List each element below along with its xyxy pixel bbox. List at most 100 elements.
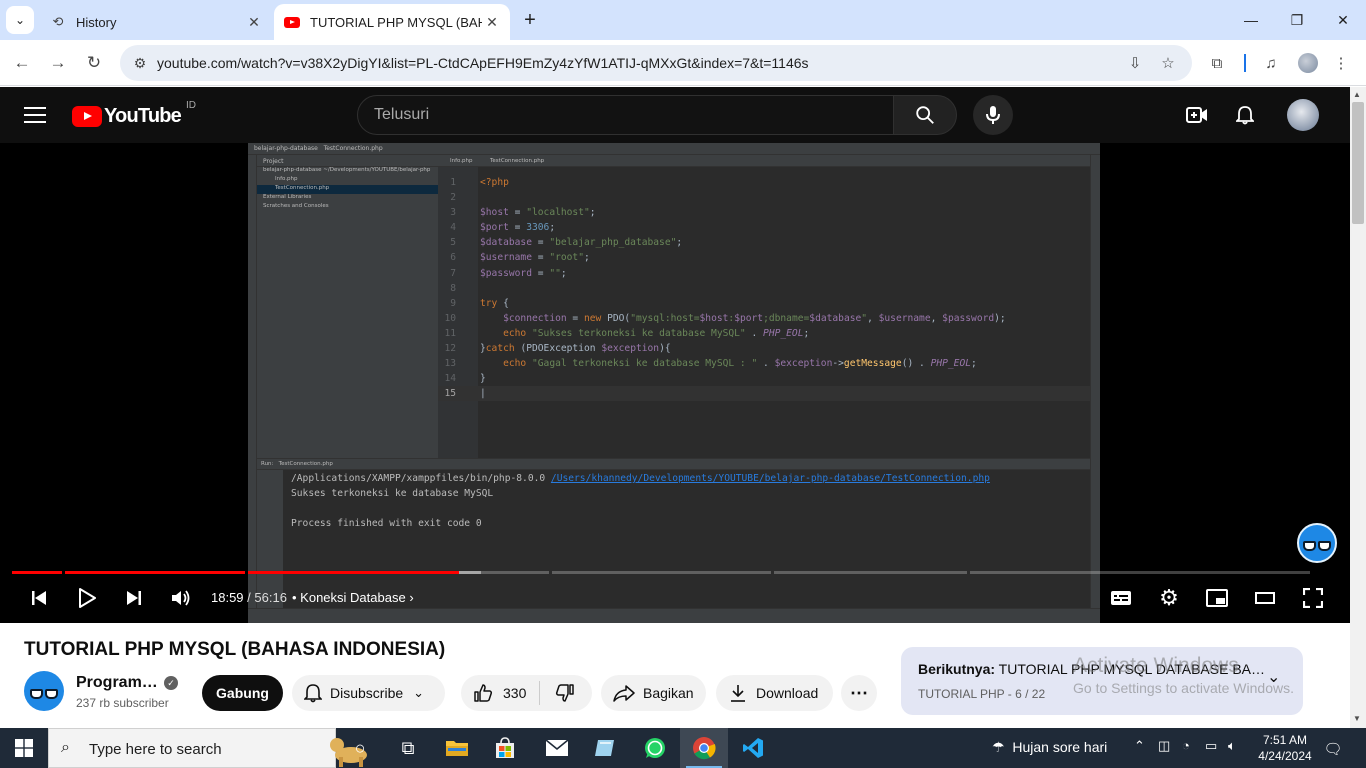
video-frame-ide: belajar-php-database TestConnection.php … [248,143,1100,623]
tab-search-button[interactable]: ⌄ [6,6,34,34]
chevron-down-icon: ⌄ [413,685,425,700]
subscribe-button[interactable]: Disubscribe ⌄ [292,675,445,711]
address-bar[interactable]: ⚙ youtube.com/watch?v=v38X2yDigYI&list=P… [120,45,1192,81]
forward-button[interactable]: → [44,49,72,77]
restore-button[interactable]: ❐ [1274,0,1320,40]
channel-name[interactable]: Program… [76,674,158,692]
chapter-segment[interactable] [774,571,967,574]
chrome-button[interactable] [680,728,728,768]
meet-now-icon[interactable]: ◫ [1158,738,1170,754]
search-placeholder: Telusuri [374,106,430,123]
progress-bar[interactable] [12,571,1338,574]
share-button[interactable]: Bagikan [601,675,706,711]
account-avatar[interactable] [1287,99,1319,131]
bookmark-star-icon[interactable]: ☆ [1156,51,1180,75]
tab-title: History [76,14,117,30]
media-control-icon[interactable]: ♫ [1258,50,1284,76]
scroll-down-icon[interactable]: ▼ [1353,714,1361,723]
subscriber-count: 237 rb subscriber [76,696,169,710]
channel-watermark[interactable] [1297,523,1337,563]
hamburger-menu-icon[interactable] [24,104,46,126]
play-button[interactable] [72,583,102,613]
search-input[interactable]: Telusuri [357,95,894,135]
play-icon [79,588,96,608]
miniplayer-button[interactable] [1202,583,1232,613]
download-button[interactable]: Download [716,675,833,711]
chapter-segment[interactable] [248,571,549,574]
channel-avatar[interactable] [24,671,64,711]
weather-widget[interactable]: ☂ Hujan sore hari [992,739,1107,756]
sticky-notes-icon [595,740,614,756]
tab-youtube[interactable]: TUTORIAL PHP MYSQL (BAHASA INDONESIA) ✕ [274,4,510,40]
next-button[interactable] [119,583,149,613]
profile-avatar[interactable] [1298,53,1318,73]
scrollbar-thumb[interactable] [1352,102,1364,224]
wifi-icon[interactable]: ◔ [1182,738,1190,753]
reload-button[interactable]: ↻ [80,49,108,77]
chevron-down-icon: ⌄ [14,13,26,27]
video-player[interactable]: belajar-php-database TestConnection.php … [0,143,1350,623]
miniplayer-icon [1206,589,1228,607]
search-icon [916,106,934,124]
like-button[interactable]: 330 [461,681,540,705]
close-window-button[interactable]: ✕ [1320,0,1366,40]
ide-code-editor: Info.php TestConnection.php 1 <?php 2 3 $h… [438,155,1090,458]
start-button[interactable] [0,728,48,768]
ide-left-toolstrip [248,155,257,623]
chapter-title-button[interactable]: • Koneksi Database › [292,590,414,605]
vscode-button[interactable] [729,728,777,768]
task-view-button[interactable]: ⧉ [384,728,432,768]
voice-search-button[interactable] [973,95,1013,135]
fullscreen-button[interactable] [1298,583,1328,613]
minimize-button[interactable]: — [1228,0,1274,40]
tab-history[interactable]: ⟲ History ✕ [40,4,272,40]
youtube-page: YouTube ID Telusuri belajar-php-database… [0,87,1350,728]
run-header: Run: TestConnection.php [257,459,1090,470]
chevron-right-icon: › [409,590,414,605]
site-info-icon[interactable]: ⚙ [126,49,154,77]
taskbar-search-input[interactable]: ⌕ Type here to search [48,728,367,768]
project-header: Project [257,155,438,167]
youtube-logo[interactable]: YouTube ID [72,100,196,128]
chapter-segment[interactable] [12,571,62,574]
create-video-icon[interactable] [1183,101,1211,129]
file-explorer-button[interactable] [433,728,481,768]
more-actions-button[interactable]: ⋯ [841,675,877,711]
dislike-button[interactable] [540,683,590,703]
vscode-icon [743,738,763,758]
video-title: TUTORIAL PHP MYSQL (BAHASA INDONESIA) [24,639,446,660]
taskbar-clock[interactable]: 7:51 AM 4/24/2024 [1252,732,1318,764]
previous-button[interactable] [24,583,54,613]
notification-center-icon[interactable]: 🗨︎ [1320,738,1346,760]
install-app-icon[interactable]: ⇩ [1123,51,1147,75]
volume-button[interactable] [166,583,196,613]
close-icon[interactable]: ✕ [482,12,502,32]
back-button[interactable]: ← [8,49,36,77]
theater-mode-button[interactable] [1250,583,1280,613]
settings-button[interactable]: ⚙ [1154,583,1184,613]
subtitles-button[interactable] [1106,583,1136,613]
chapter-segment[interactable] [552,571,771,574]
speaker-icon[interactable]: 🔈︎ [1228,738,1236,754]
url-text[interactable]: youtube.com/watch?v=v38X2yDigYI&list=PL-… [157,55,809,71]
mail-button[interactable] [533,728,581,768]
app-button[interactable] [581,728,629,768]
new-tab-button[interactable]: + [518,8,542,32]
close-icon[interactable]: ✕ [244,12,264,32]
whatsapp-button[interactable] [631,728,679,768]
notifications-bell-icon[interactable] [1231,101,1259,129]
cortana-button[interactable]: ○ [336,728,384,768]
chapter-segment[interactable] [970,571,1310,574]
chapter-segment[interactable] [65,571,245,574]
extensions-icon[interactable]: ⧉ [1204,50,1230,76]
cortana-circle-icon: ○ [354,737,366,758]
tray-chevron-up-icon[interactable]: ⌃ [1134,738,1145,754]
country-code: ID [185,100,196,111]
join-button[interactable]: Gabung [202,675,283,711]
more-menu-icon[interactable]: ⋮ [1328,50,1354,76]
battery-icon[interactable]: ▭ [1205,738,1217,754]
scroll-up-icon[interactable]: ▲ [1353,90,1361,99]
search-button[interactable] [893,95,957,135]
page-scrollbar[interactable]: ▲ ▼ [1350,87,1366,728]
microsoft-store-button[interactable] [481,728,529,768]
